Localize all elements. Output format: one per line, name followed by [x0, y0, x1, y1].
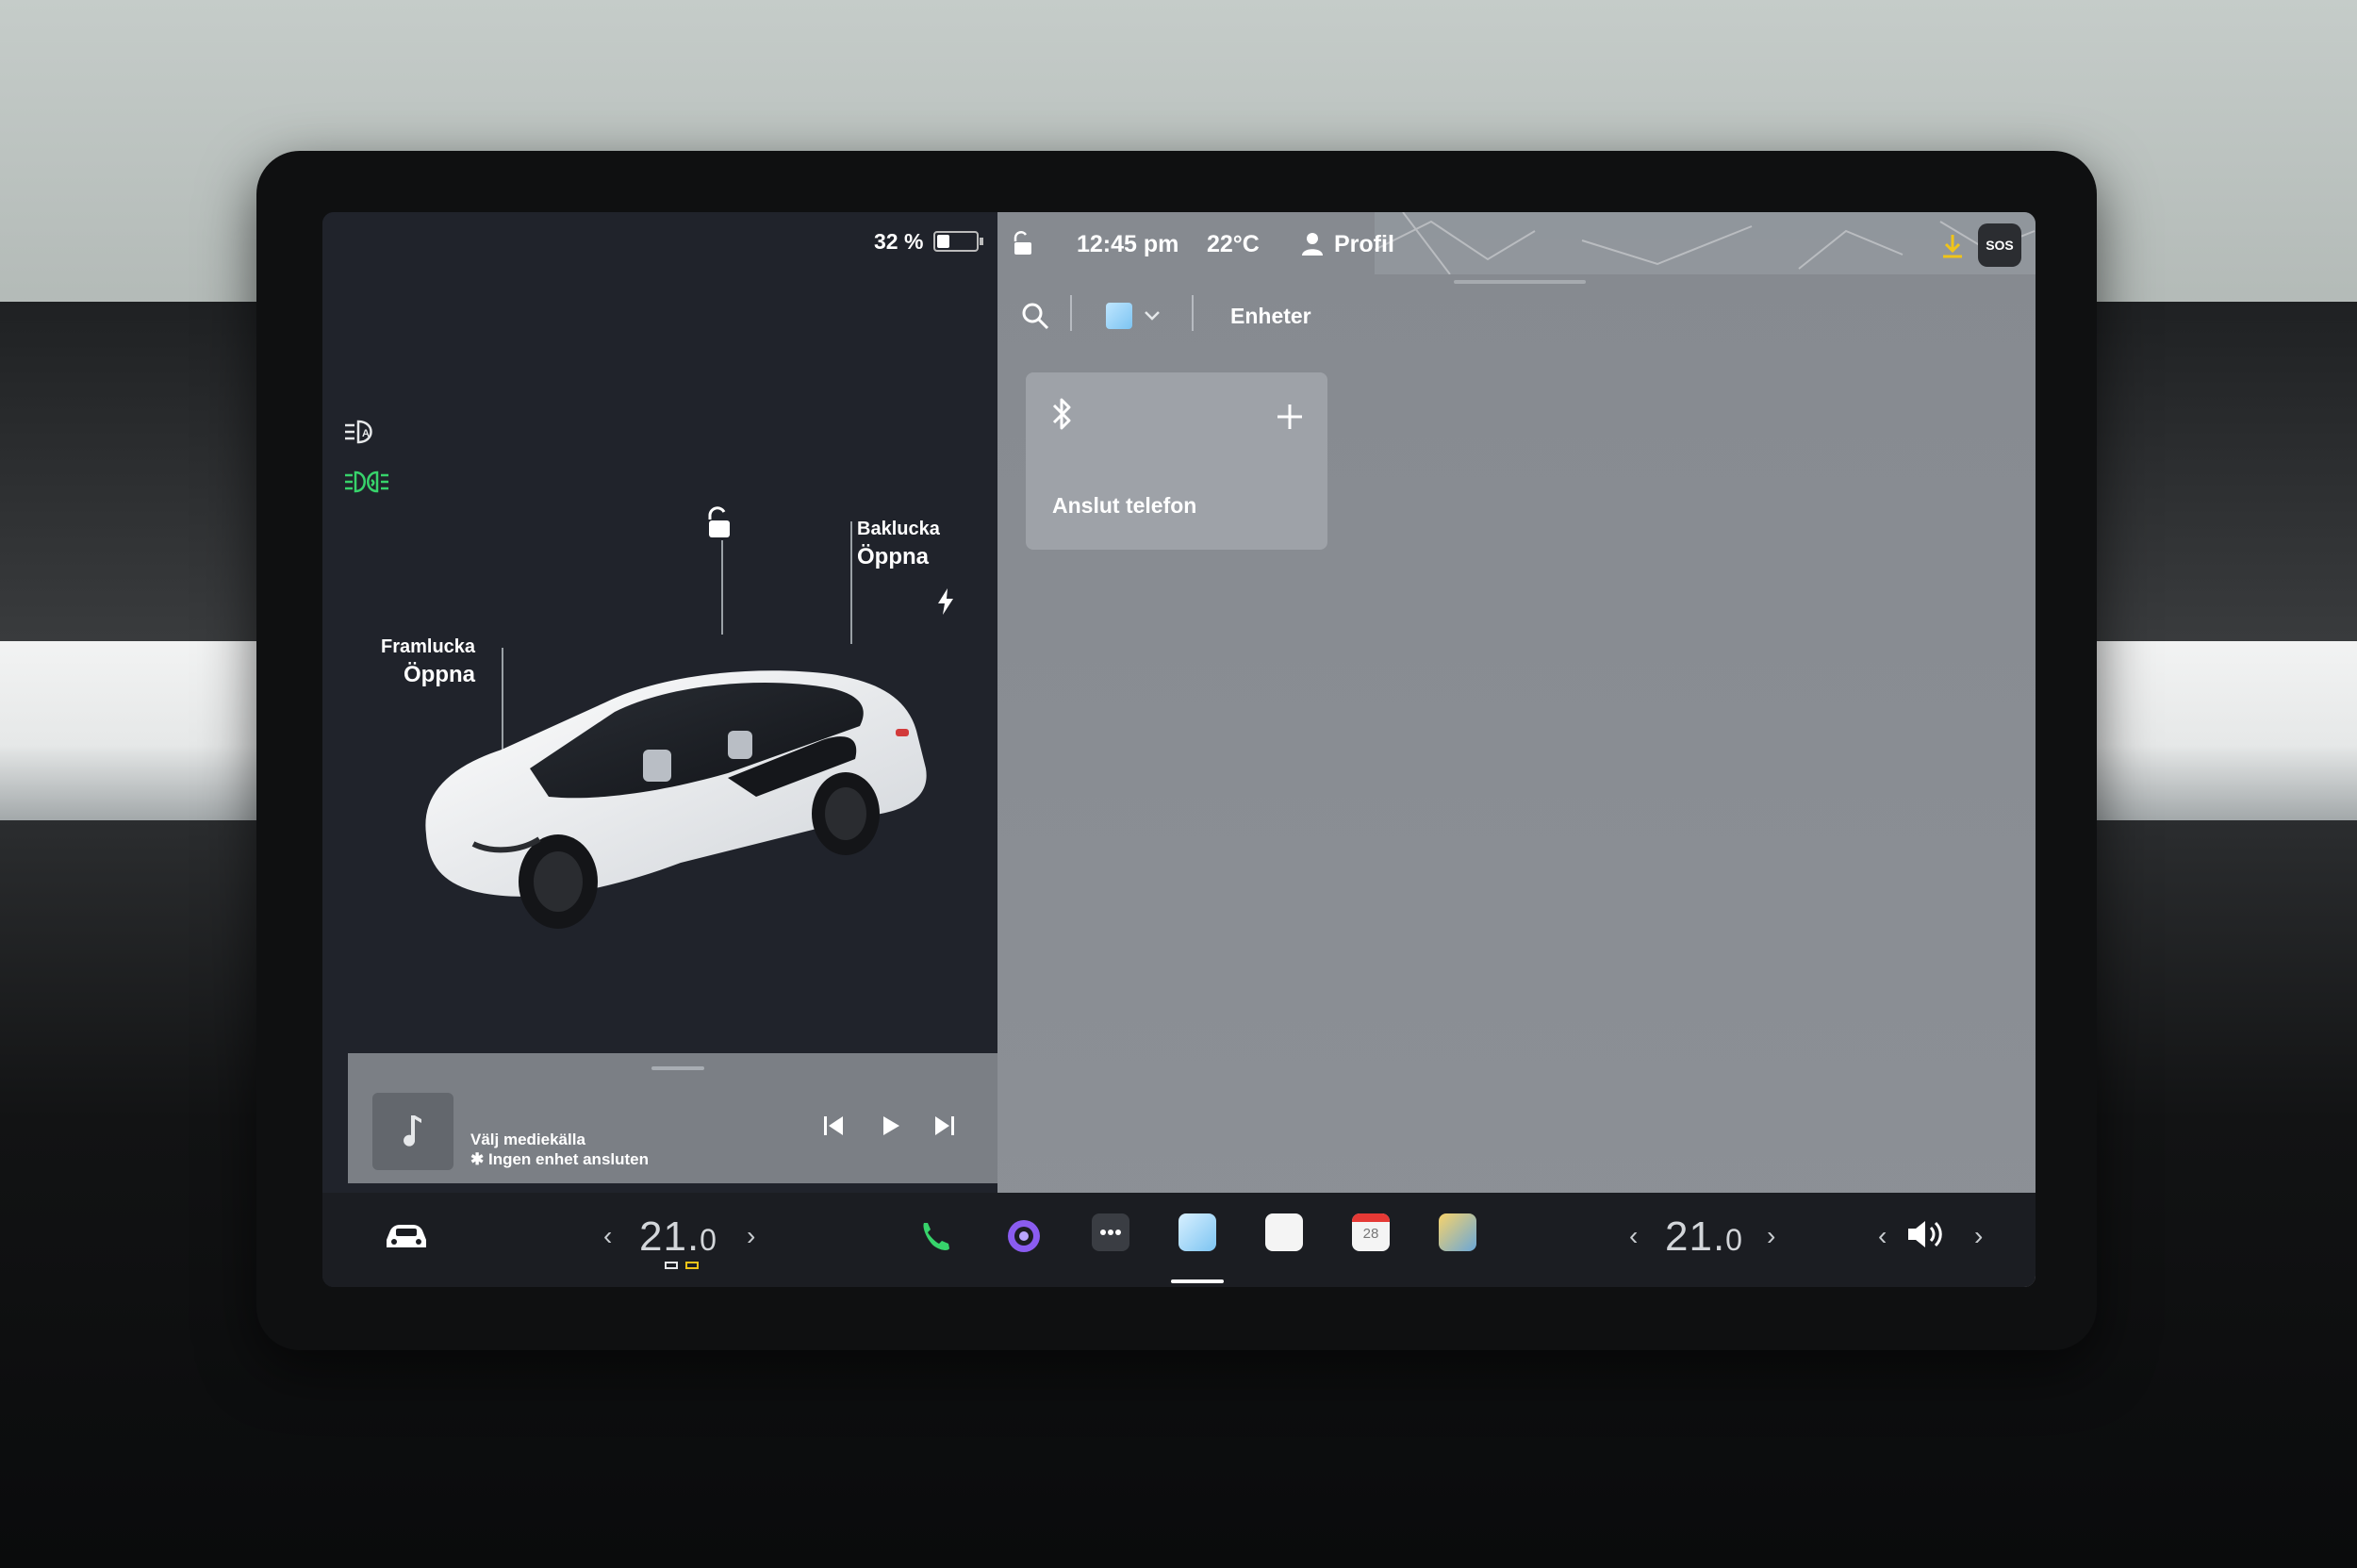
- driver-temperature[interactable]: 21.0: [639, 1213, 717, 1261]
- play-button[interactable]: [876, 1112, 904, 1140]
- unlock-icon[interactable]: [703, 506, 733, 540]
- tab-devices[interactable]: Enheter: [1230, 304, 1311, 329]
- profile-icon[interactable]: [1301, 231, 1324, 256]
- driver-temp-down-button[interactable]: ‹: [603, 1221, 612, 1251]
- search-icon[interactable]: [1020, 301, 1050, 331]
- bluetooth-app-icon[interactable]: [1178, 1213, 1216, 1251]
- next-track-button[interactable]: [931, 1112, 959, 1140]
- battery-percent: 32 %: [874, 229, 924, 254]
- more-icon: [1100, 1230, 1121, 1235]
- media-connection-status: ✱ Ingen enhet ansluten: [470, 1150, 650, 1168]
- car-model-illustration: [425, 670, 927, 929]
- download-icon[interactable]: [1940, 233, 1965, 259]
- passenger-temp-up-button[interactable]: ›: [1767, 1221, 1775, 1251]
- charge-port-icon[interactable]: [935, 587, 956, 616]
- car-panel: 32 % A Framlucka Öppna Baklucka Öppna Vä…: [322, 212, 1008, 1287]
- svg-text:A: A: [362, 428, 370, 439]
- photo-app-icon[interactable]: [1439, 1213, 1476, 1251]
- active-app-indicator: [1171, 1279, 1224, 1283]
- camera-icon[interactable]: [1005, 1217, 1043, 1255]
- add-icon[interactable]: [1276, 403, 1304, 431]
- calendar-app-icon[interactable]: 28: [1352, 1213, 1390, 1251]
- notes-app-icon[interactable]: [1265, 1213, 1303, 1251]
- auto-headlights-icon[interactable]: A: [343, 418, 385, 448]
- map-preview[interactable]: [1375, 212, 2036, 274]
- clock: 12:45 pm: [1077, 231, 1179, 257]
- battery-icon: [933, 231, 983, 252]
- volume-icon[interactable]: [1904, 1217, 1948, 1251]
- bluetooth-small-icon: ✱: [470, 1150, 485, 1168]
- passenger-temperature[interactable]: 21.0: [1665, 1213, 1743, 1261]
- touchscreen: 32 % A Framlucka Öppna Baklucka Öppna Vä…: [322, 212, 2036, 1287]
- sos-button[interactable]: SOS: [1978, 223, 2021, 267]
- previous-track-button[interactable]: [819, 1112, 848, 1140]
- bottom-dock: ‹ 21.0 › 28 ‹ 21.0 › ‹ ›: [322, 1193, 2036, 1287]
- music-note-icon: [404, 1115, 421, 1147]
- connect-phone-label: Anslut telefon: [1052, 493, 1197, 518]
- bluetooth-icon: [1052, 398, 1071, 430]
- more-apps-button[interactable]: [1092, 1213, 1129, 1251]
- toolbar-divider: [1192, 295, 1194, 331]
- driver-temp-up-button[interactable]: ›: [747, 1221, 755, 1251]
- panel-drag-handle[interactable]: [1454, 280, 1586, 284]
- outside-temperature: 22°C: [1207, 231, 1260, 257]
- door-unlock-icon[interactable]: [1011, 231, 1035, 256]
- volume-up-button[interactable]: ›: [1974, 1221, 1983, 1251]
- toolbar-divider: [1070, 295, 1072, 331]
- passenger-temp-down-button[interactable]: ‹: [1629, 1221, 1638, 1251]
- media-source-title: Välj mediekälla: [470, 1131, 585, 1148]
- media-drag-handle[interactable]: [651, 1066, 704, 1070]
- album-art[interactable]: [372, 1093, 453, 1170]
- phone-icon[interactable]: [916, 1217, 954, 1255]
- chevron-down-icon[interactable]: [1143, 308, 1162, 323]
- volume-down-button[interactable]: ‹: [1878, 1221, 1887, 1251]
- media-player[interactable]: Välj mediekälla ✱ Ingen enhet ansluten: [348, 1053, 1008, 1183]
- app-switcher-icon[interactable]: [1106, 303, 1132, 329]
- profile-button[interactable]: Profil: [1334, 231, 1394, 258]
- car-controls-icon[interactable]: [383, 1219, 430, 1251]
- trunk-label[interactable]: Baklucka Öppna: [857, 519, 940, 570]
- connect-phone-card[interactable]: Anslut telefon: [1026, 372, 1327, 550]
- seat-heater-icon[interactable]: [662, 1259, 705, 1274]
- main-panel: 12:45 pm 22°C Profil SOS Enheter Anslut …: [997, 212, 2036, 1287]
